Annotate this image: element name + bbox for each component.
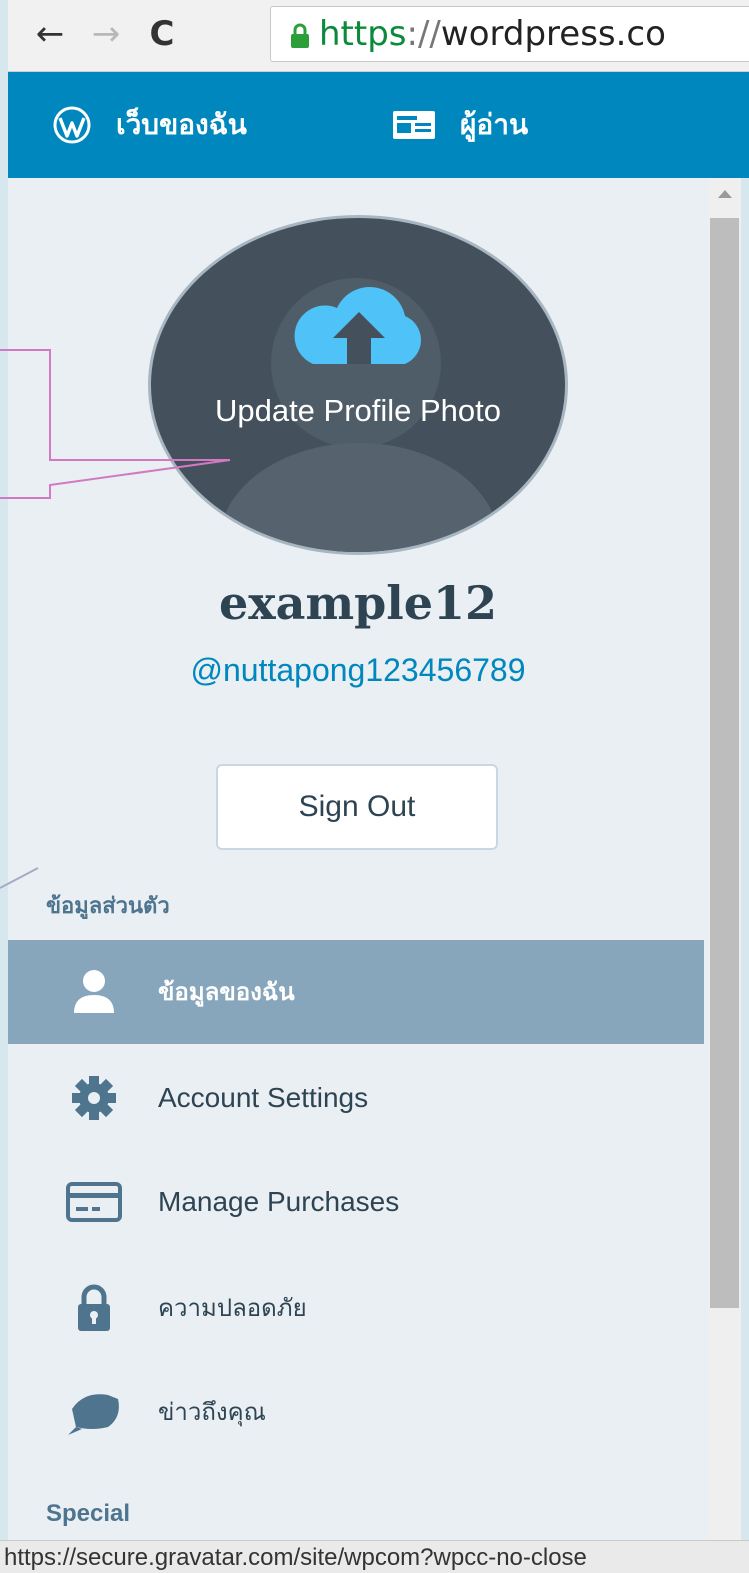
gear-icon	[72, 1076, 116, 1120]
credit-card-icon	[66, 1182, 122, 1222]
sidebar-item-label: ข้อมูลของฉัน	[158, 978, 295, 1006]
reader-icon	[393, 111, 435, 139]
sign-out-button[interactable]: Sign Out	[216, 764, 498, 850]
masterbar: เว็บของฉัน ผู้อ่าน	[8, 72, 749, 178]
sidebar-item-manage-purchases[interactable]: Manage Purchases	[8, 1150, 704, 1254]
my-sites-link[interactable]: เว็บของฉัน	[52, 72, 247, 178]
user-icon	[74, 970, 114, 1013]
sidebar-scrollbar[interactable]	[708, 178, 741, 1558]
sidebar-item-label: ข่าวถึงคุณ	[158, 1398, 266, 1426]
page-frame: ← → C https://wordpress.co เว็บของฉัน ผู…	[0, 0, 749, 1573]
scroll-thumb[interactable]	[710, 218, 739, 1308]
forward-button[interactable]: →	[86, 14, 126, 54]
avatar-silhouette-body	[219, 443, 499, 552]
lock-icon	[78, 1284, 110, 1331]
wordpress-logo-icon	[53, 106, 91, 144]
address-bar[interactable]: https://wordpress.co	[270, 6, 749, 62]
sidebar-item-my-profile[interactable]: ข้อมูลของฉัน	[8, 940, 704, 1044]
status-bar-url: https://secure.gravatar.com/site/wpcom?w…	[0, 1540, 749, 1573]
notifications-icon	[68, 1394, 119, 1435]
reload-button[interactable]: C	[142, 14, 182, 54]
url-text: https://wordpress.co	[319, 13, 666, 55]
sidebar-item-label: Manage Purchases	[158, 1186, 400, 1217]
reader-link[interactable]: ผู้อ่าน	[392, 72, 528, 178]
sidebar-item-label: Account Settings	[158, 1082, 369, 1113]
browser-toolbar: ← → C https://wordpress.co	[8, 0, 749, 72]
url-scheme: https	[319, 14, 407, 54]
username: @nuttapong123456789	[190, 652, 526, 688]
section-title-special: Special	[46, 1500, 131, 1527]
back-button[interactable]: ←	[30, 14, 70, 54]
sidebar-item-security[interactable]: ความปลอดภัย	[8, 1256, 704, 1360]
display-name: example12	[218, 576, 498, 630]
url-host: wordpress.co	[440, 14, 666, 54]
reader-label: ผู้อ่าน	[460, 108, 529, 141]
upload-cloud-icon	[294, 287, 421, 364]
secure-lock-icon	[291, 23, 309, 48]
sidebar-item-notifications[interactable]: ข่าวถึงคุณ	[8, 1360, 704, 1464]
section-title-profile: ข้อมูลส่วนตัว	[46, 894, 170, 919]
sidebar-item-account-settings[interactable]: Account Settings	[8, 1046, 704, 1150]
sidebar-item-label: ความปลอดภัย	[158, 1294, 307, 1322]
scroll-up-icon[interactable]	[718, 190, 732, 198]
url-separator: ://	[406, 14, 441, 54]
my-sites-label: เว็บของฉัน	[116, 108, 247, 141]
